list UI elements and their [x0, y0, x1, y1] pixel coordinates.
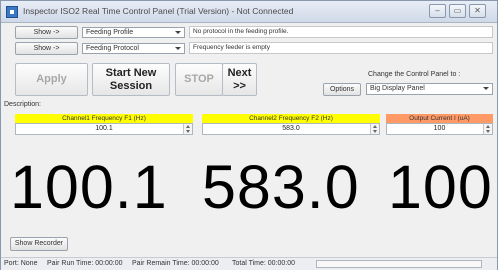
- session-progress-bar: [316, 260, 482, 268]
- chevron-down-icon: [175, 31, 181, 34]
- channel2-input-value: 583.0: [282, 125, 300, 132]
- maximize-button[interactable]: ▭: [449, 4, 466, 18]
- show-recorder-button[interactable]: Show Recorder: [10, 237, 68, 251]
- window-title: Inspector ISO2 Real Time Control Panel (…: [23, 6, 294, 16]
- channel3-big-display: 100: [388, 153, 493, 221]
- status-total-time: Total Time: 00:00:00: [232, 260, 296, 267]
- chevron-down-icon: [175, 47, 181, 50]
- channel1-input-value: 100.1: [95, 125, 113, 132]
- chevron-down-icon: [483, 87, 489, 90]
- feeding-profile-value: Feeding Profile: [86, 29, 134, 36]
- channel1-big-display: 100.1: [10, 153, 168, 221]
- next-button[interactable]: Next >>: [222, 63, 257, 96]
- apply-button[interactable]: Apply: [15, 63, 88, 96]
- channel3-input-value: 100: [433, 125, 446, 132]
- show-profile-button[interactable]: Show ->: [15, 26, 78, 39]
- feeding-protocol-select[interactable]: Feeding Protocol: [82, 43, 185, 54]
- next-label-line1: Next: [227, 67, 252, 79]
- channel3-header: Output Current I (uA): [386, 114, 493, 123]
- feeding-protocol-value: Feeding Protocol: [86, 45, 139, 52]
- feeding-profile-select[interactable]: Feeding Profile: [82, 27, 185, 38]
- protocol-info-box: Frequency feeder is empty: [189, 42, 493, 54]
- spinner-icon[interactable]: [483, 124, 492, 134]
- channel2-header: Channel2 Frequency F2 (Hz): [202, 114, 380, 123]
- apply-label: Apply: [36, 73, 67, 85]
- close-button[interactable]: ✕: [469, 4, 486, 18]
- channel1-input[interactable]: 100.1: [15, 123, 193, 135]
- channel2-big-display: 583.0: [202, 153, 360, 221]
- minimize-button[interactable]: –: [429, 4, 446, 18]
- status-pair-remain-time: Pair Remain Time: 00:00:00: [132, 260, 219, 267]
- start-label-line1: Start New: [105, 67, 157, 79]
- options-button[interactable]: Options: [323, 83, 361, 96]
- description-label: Description:: [4, 101, 41, 108]
- title-bar: Inspector ISO2 Real Time Control Panel (…: [1, 1, 497, 23]
- spinner-icon[interactable]: [370, 124, 379, 134]
- main-window: Inspector ISO2 Real Time Control Panel (…: [0, 0, 498, 270]
- start-label-line2: Session: [109, 80, 153, 92]
- next-label-line2: >>: [233, 80, 246, 92]
- channel2-input[interactable]: 583.0: [202, 123, 380, 135]
- start-new-session-button[interactable]: Start New Session: [92, 63, 170, 96]
- profile-info-box: No protocol in the feeding profile.: [189, 26, 493, 38]
- change-panel-label: Change the Control Panel to :: [368, 71, 461, 78]
- stop-label: STOP: [184, 73, 214, 85]
- status-port: Port: None: [4, 260, 38, 267]
- app-icon: [6, 6, 18, 18]
- status-bar: Port: None Pair Run Time: 00:00:00 Pair …: [1, 257, 497, 270]
- channel3-input[interactable]: 100: [386, 123, 493, 135]
- status-pair-run-time: Pair Run Time: 00:00:00: [47, 260, 123, 267]
- show-protocol-button[interactable]: Show ->: [15, 42, 78, 55]
- spinner-icon[interactable]: [183, 124, 192, 134]
- channel1-header: Channel1 Frequency F1 (Hz): [15, 114, 193, 123]
- stop-button[interactable]: STOP: [175, 63, 223, 96]
- panel-select[interactable]: Big Display Panel: [366, 83, 493, 95]
- panel-select-value: Big Display Panel: [370, 85, 425, 92]
